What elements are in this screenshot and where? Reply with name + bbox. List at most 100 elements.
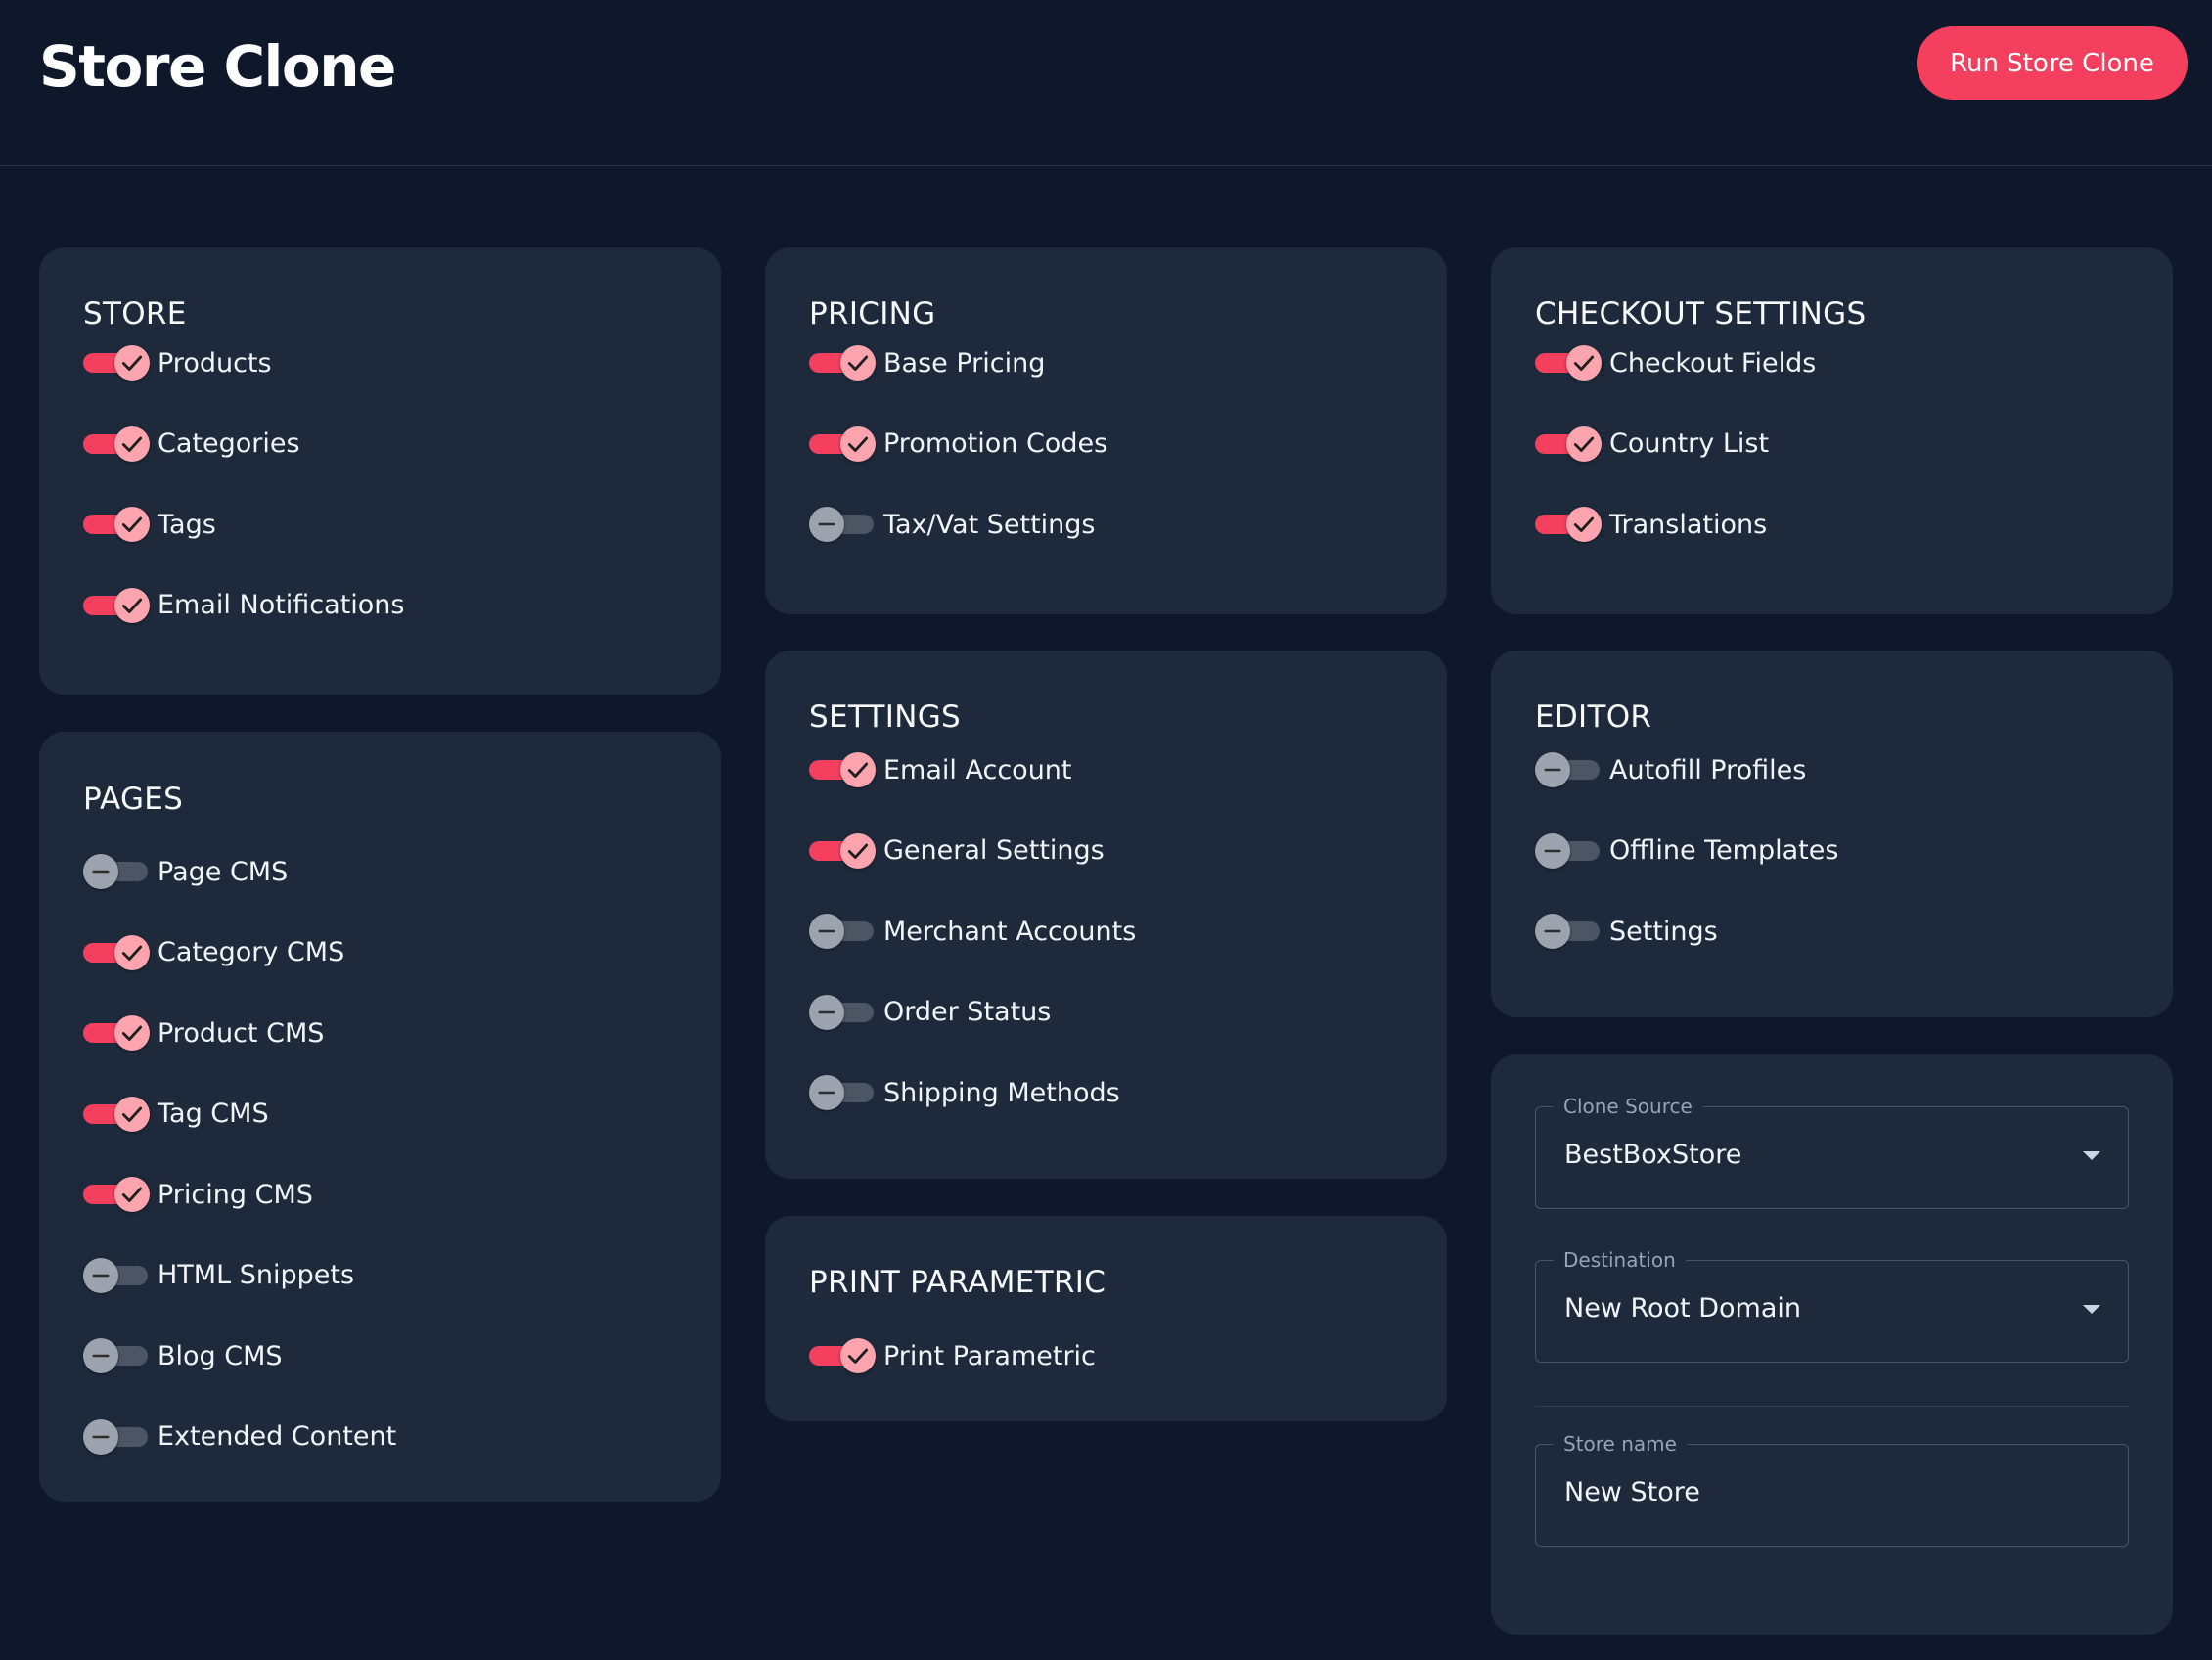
pricing-toggle-row[interactable]: Promotion Codes (809, 425, 1107, 464)
toggle-switch[interactable] (83, 343, 150, 382)
toggle-knob (114, 1096, 150, 1132)
checkout-settings-card: CHECKOUT SETTINGS Checkout Fields Country… (1491, 247, 2173, 614)
toggle-switch[interactable] (809, 912, 876, 951)
minus-icon (92, 1435, 110, 1438)
settings-toggle-row[interactable]: Shipping Methods (809, 1073, 1120, 1112)
toggle-switch[interactable] (83, 505, 150, 544)
clone-source-value: BestBoxStore (1564, 1140, 1742, 1170)
form-divider (1535, 1406, 2129, 1407)
check-icon (1573, 516, 1595, 532)
toggle-label: Categories (158, 428, 300, 459)
pages-toggle-row[interactable]: Tag CMS (83, 1095, 269, 1134)
pages-toggle-row[interactable]: Pricing CMS (83, 1175, 313, 1214)
checkout-settings-toggle-row[interactable]: Country List (1535, 425, 1769, 464)
settings-toggle-row[interactable]: Order Status (809, 993, 1051, 1032)
pricing-toggle-row[interactable]: Base Pricing (809, 343, 1045, 382)
pages-toggle-row[interactable]: HTML Snippets (83, 1256, 354, 1295)
toggle-switch[interactable] (83, 1256, 150, 1295)
toggle-label: Promotion Codes (883, 428, 1108, 459)
store-toggle-row[interactable]: Tags (83, 505, 216, 544)
pages-toggle-row[interactable]: Page CMS (83, 852, 288, 891)
toggle-label: Product CMS (158, 1017, 325, 1049)
pages-toggle-row[interactable]: Blog CMS (83, 1336, 283, 1375)
toggle-label: Checkout Fields (1609, 347, 1817, 379)
toggle-switch[interactable] (83, 852, 150, 891)
toggle-label: Email Account (883, 754, 1072, 785)
toggle-knob (809, 914, 844, 949)
toggle-knob (114, 426, 150, 462)
pages-toggle-row[interactable]: Category CMS (83, 933, 344, 972)
checkout-settings-toggle-row[interactable]: Checkout Fields (1535, 343, 1816, 382)
pricing-toggle-row[interactable]: Tax/Vat Settings (809, 505, 1095, 544)
store-toggle-row[interactable]: Products (83, 343, 272, 382)
toggle-switch[interactable] (809, 425, 876, 464)
toggle-switch[interactable] (809, 831, 876, 871)
store-card: STORE Products Categories Tags Email Notifi… (39, 247, 721, 695)
toggle-knob (809, 994, 844, 1030)
store-name-input[interactable]: Store name New Store (1535, 1432, 2129, 1547)
editor-toggle-row[interactable]: Offline Templates (1535, 831, 1838, 871)
toggle-switch[interactable] (809, 1336, 876, 1375)
toggle-switch[interactable] (1535, 425, 1602, 464)
settings-toggle-row[interactable]: General Settings (809, 831, 1105, 871)
toggle-switch[interactable] (83, 1417, 150, 1457)
destination-value: New Root Domain (1564, 1293, 1801, 1324)
toggle-switch[interactable] (83, 1095, 150, 1134)
toggle-knob (83, 1257, 118, 1293)
toggle-label: Shipping Methods (883, 1077, 1120, 1108)
pages-toggle-row[interactable]: Product CMS (83, 1013, 324, 1053)
check-icon (121, 1025, 143, 1041)
print-parametric-toggle-row[interactable]: Print Parametric (809, 1336, 1096, 1375)
pricing-card-title: PRICING (809, 296, 936, 332)
toggle-label: Tax/Vat Settings (883, 509, 1096, 540)
toggle-knob (83, 1418, 118, 1455)
toggle-switch[interactable] (83, 933, 150, 972)
toggle-switch[interactable] (83, 1336, 150, 1375)
toggle-switch[interactable] (809, 1073, 876, 1112)
minus-icon (818, 1091, 835, 1095)
toggle-switch[interactable] (1535, 831, 1602, 871)
toggle-switch[interactable] (809, 505, 876, 544)
editor-toggle-row[interactable]: Autofill Profiles (1535, 750, 1806, 789)
toggle-label: Autofill Profiles (1609, 754, 1807, 785)
toggle-switch[interactable] (83, 1013, 150, 1053)
toggle-switch[interactable] (1535, 912, 1602, 951)
checkout-settings-toggle-row[interactable]: Translations (1535, 505, 1767, 544)
settings-card: SETTINGS Email Account General Settings Me… (765, 651, 1447, 1179)
settings-card-title: SETTINGS (809, 699, 962, 735)
store-toggle-row[interactable]: Categories (83, 425, 300, 464)
settings-toggle-row[interactable]: Email Account (809, 750, 1072, 789)
toggle-switch[interactable] (809, 993, 876, 1032)
toggle-knob (1535, 832, 1570, 869)
minus-icon (1544, 929, 1561, 933)
toggle-switch[interactable] (83, 1175, 150, 1214)
store-name-label: Store name (1554, 1432, 1687, 1456)
toggle-knob (840, 832, 876, 869)
toggle-switch[interactable] (83, 425, 150, 464)
toggle-switch[interactable] (809, 343, 876, 382)
toggle-label: Page CMS (158, 856, 289, 887)
toggle-switch[interactable] (1535, 505, 1602, 544)
toggle-knob (1535, 752, 1570, 787)
toggle-switch[interactable] (1535, 343, 1602, 382)
toggle-switch[interactable] (809, 750, 876, 789)
toggle-knob (840, 345, 876, 381)
run-store-clone-button[interactable]: Run Store Clone (1917, 26, 2188, 100)
check-icon (121, 1106, 143, 1122)
check-icon (847, 762, 869, 778)
editor-toggle-row[interactable]: Settings (1535, 912, 1718, 951)
pages-toggle-row[interactable]: Extended Content (83, 1417, 396, 1457)
toggle-switch[interactable] (83, 586, 150, 625)
toggle-switch[interactable] (1535, 750, 1602, 789)
clone-source-select[interactable]: Clone Source BestBoxStore (1535, 1095, 2129, 1209)
toggle-label: Category CMS (158, 937, 345, 967)
toggle-label: Merchant Accounts (883, 916, 1137, 947)
toggle-knob (114, 345, 150, 381)
toggle-label: Country List (1609, 428, 1770, 459)
toggle-knob (114, 1015, 150, 1051)
app-header: Store Clone Run Store Clone (0, 0, 2212, 166)
settings-toggle-row[interactable]: Merchant Accounts (809, 912, 1136, 951)
destination-select[interactable]: Destination New Root Domain (1535, 1248, 2129, 1363)
clone-form-card: Clone Source BestBoxStore Destination Ne… (1491, 1054, 2173, 1635)
store-toggle-row[interactable]: Email Notifications (83, 586, 404, 625)
